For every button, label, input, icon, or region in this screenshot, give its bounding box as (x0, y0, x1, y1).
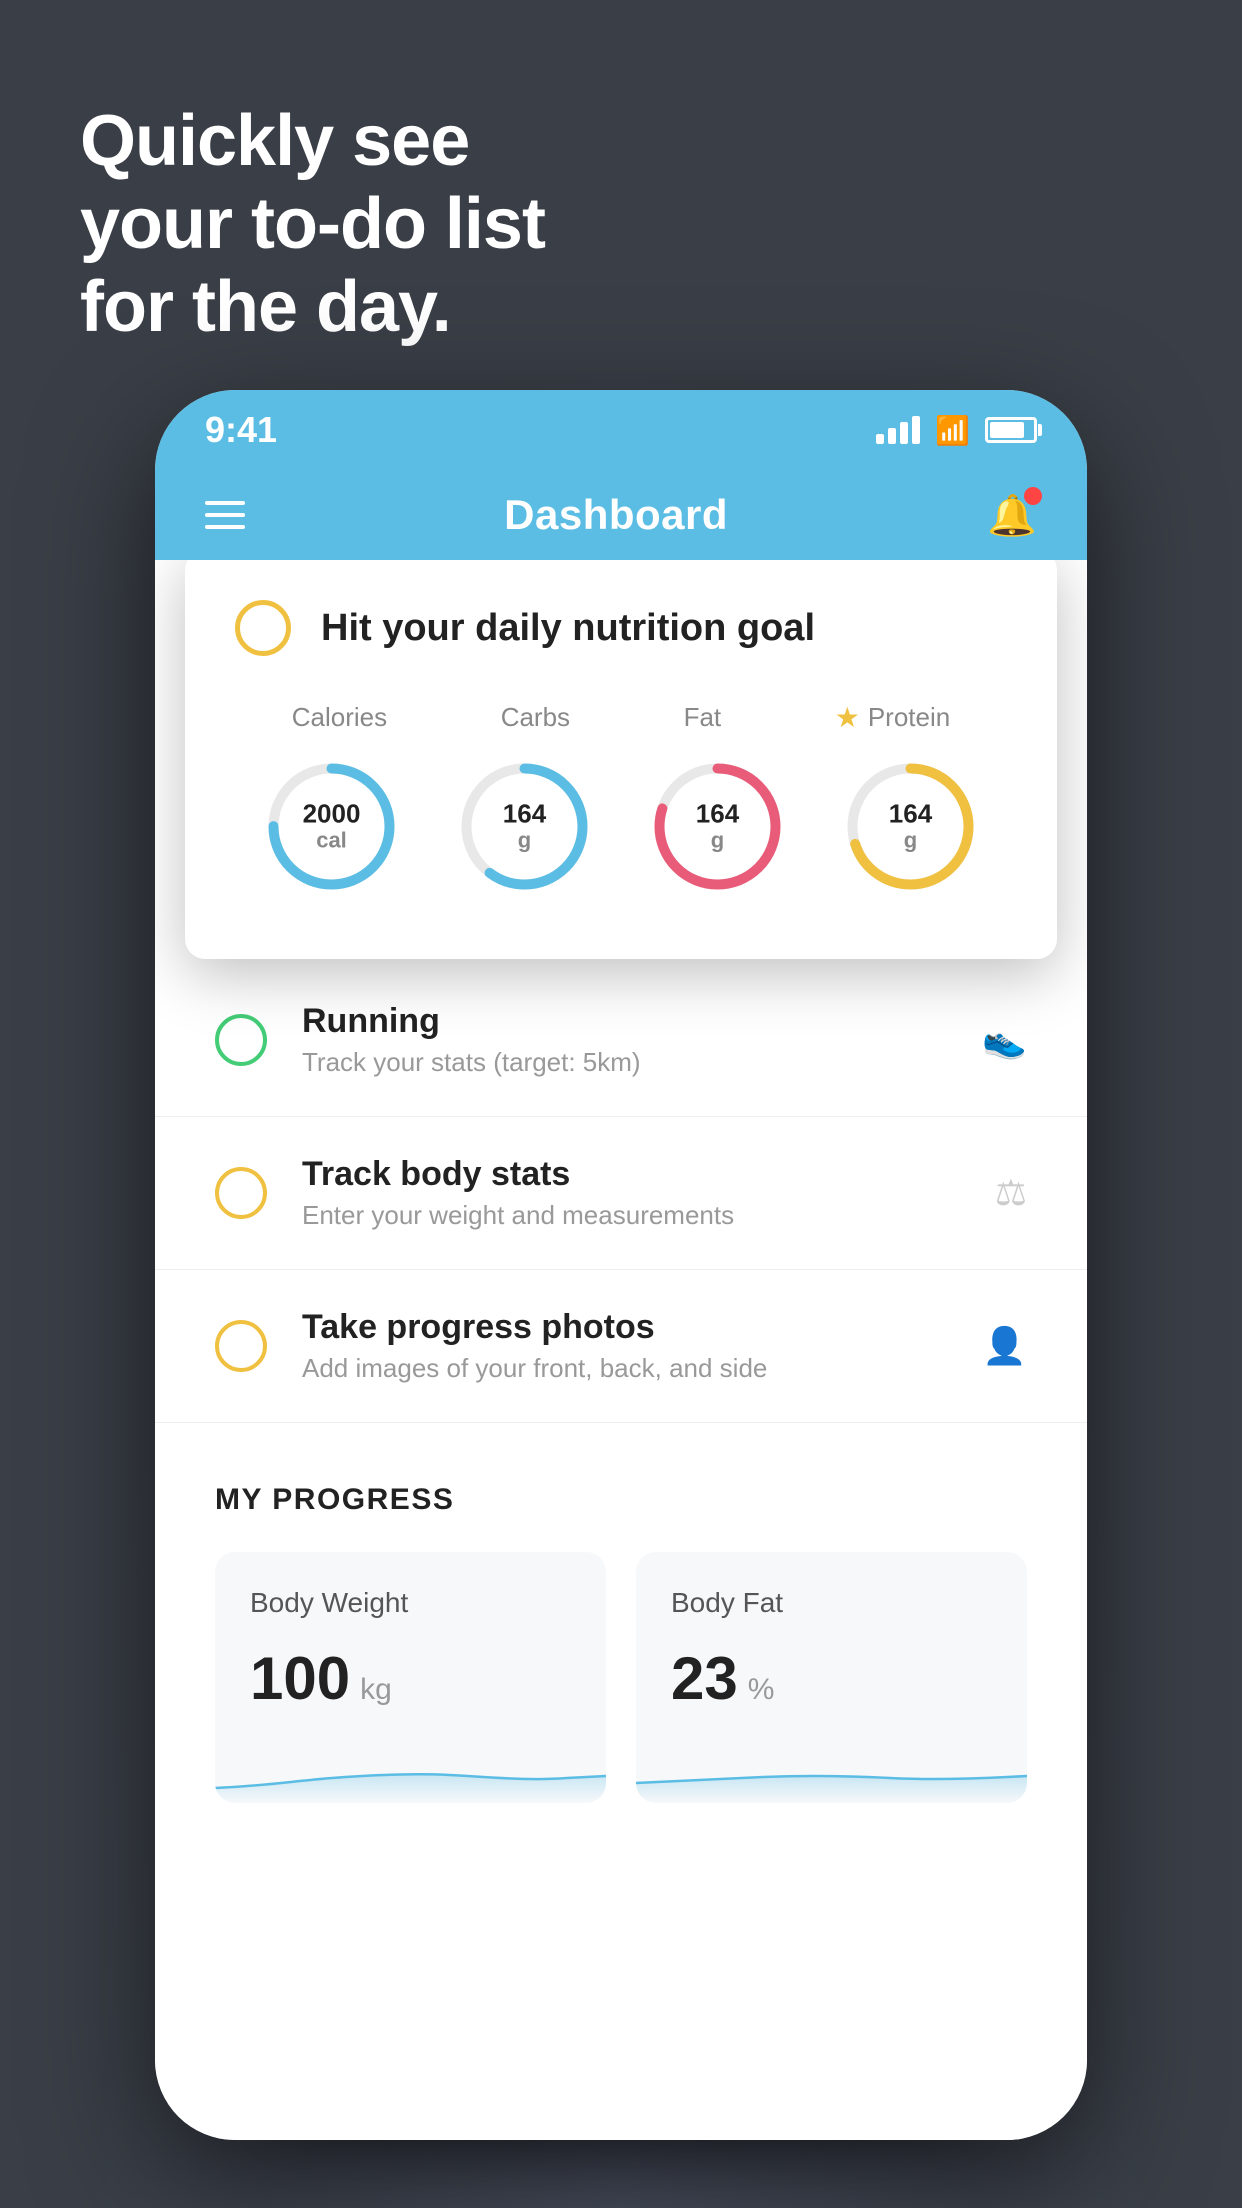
hamburger-line (205, 501, 245, 505)
body-weight-unit: kg (360, 1673, 392, 1707)
todo-item-running[interactable]: Running Track your stats (target: 5km) 👟 (155, 964, 1087, 1117)
body-weight-value: 100 (250, 1644, 350, 1713)
body-weight-card[interactable]: Body Weight 100 kg (215, 1552, 606, 1803)
body-fat-value: 23 (671, 1644, 738, 1713)
todo-item-body-stats[interactable]: Track body stats Enter your weight and m… (155, 1117, 1087, 1270)
fat-unit: g (696, 828, 739, 854)
carbs-value: 164 (503, 799, 546, 828)
hamburger-line (205, 513, 245, 517)
protein-value: 164 (889, 799, 932, 828)
wifi-icon: 📶 (935, 414, 970, 447)
shoe-icon: 👟 (982, 1019, 1027, 1061)
protein-label: ★ Protein (835, 701, 951, 734)
carbs-unit: g (503, 828, 546, 854)
body-weight-value-row: 100 kg (250, 1644, 571, 1713)
nav-bar: Dashboard 🔔 (155, 470, 1087, 560)
todo-circle-photos (215, 1320, 267, 1372)
hamburger-line (205, 525, 245, 529)
star-icon: ★ (835, 701, 860, 734)
card-title-row: Hit your daily nutrition goal (235, 600, 1007, 656)
body-weight-chart (215, 1743, 606, 1803)
todo-text-running: Running Track your stats (target: 5km) (302, 1002, 962, 1078)
scale-icon: ⚖ (995, 1172, 1027, 1214)
fat-value: 164 (696, 799, 739, 828)
todo-subtitle-photos: Add images of your front, back, and side (302, 1353, 962, 1384)
hero-text: Quickly see your to-do list for the day. (80, 100, 545, 348)
nutrition-circles: 2000 cal 164 g (235, 754, 1007, 899)
carbs-label: Carbs (501, 701, 570, 734)
signal-icon (876, 416, 920, 444)
body-fat-card[interactable]: Body Fat 23 % (636, 1552, 1027, 1803)
status-time: 9:41 (205, 409, 277, 451)
calories-circle: 2000 cal (259, 754, 404, 899)
body-fat-title: Body Fat (671, 1587, 992, 1619)
todo-title-photos: Take progress photos (302, 1308, 962, 1347)
calories-unit: cal (303, 828, 361, 854)
todo-circle-running (215, 1014, 267, 1066)
progress-section: MY PROGRESS Body Weight 100 kg (155, 1423, 1087, 1843)
status-icons: 📶 (876, 414, 1037, 447)
todo-circle-body-stats (215, 1167, 267, 1219)
fat-circle: 164 g (645, 754, 790, 899)
notification-badge (1024, 487, 1042, 505)
todo-text-photos: Take progress photos Add images of your … (302, 1308, 962, 1384)
progress-header: MY PROGRESS (215, 1483, 1027, 1517)
todo-subtitle-body-stats: Enter your weight and measurements (302, 1200, 975, 1231)
body-fat-value-row: 23 % (671, 1644, 992, 1713)
todo-subtitle-running: Track your stats (target: 5km) (302, 1047, 962, 1078)
todo-list: Running Track your stats (target: 5km) 👟… (155, 964, 1087, 1423)
todo-title-body-stats: Track body stats (302, 1155, 975, 1194)
body-weight-title: Body Weight (250, 1587, 571, 1619)
phone-frame: 9:41 📶 Dashboard 🔔 TH (155, 390, 1087, 2140)
protein-unit: g (889, 828, 932, 854)
notification-bell-button[interactable]: 🔔 (987, 492, 1037, 539)
hamburger-menu[interactable] (205, 501, 245, 529)
fat-label: Fat (684, 701, 722, 734)
calories-value: 2000 (303, 799, 361, 828)
todo-text-body-stats: Track body stats Enter your weight and m… (302, 1155, 975, 1231)
body-fat-chart (636, 1743, 1027, 1803)
carbs-circle: 164 g (452, 754, 597, 899)
status-bar: 9:41 📶 (155, 390, 1087, 470)
nav-title: Dashboard (504, 491, 728, 539)
todo-item-photos[interactable]: Take progress photos Add images of your … (155, 1270, 1087, 1423)
battery-icon (985, 417, 1037, 443)
content-area: THINGS TO DO TODAY Hit your daily nutrit… (155, 560, 1087, 2140)
nutrition-labels: Calories Carbs Fat ★ Protein (235, 701, 1007, 734)
protein-circle: 164 g (838, 754, 983, 899)
task-checkbox[interactable] (235, 600, 291, 656)
body-fat-unit: % (748, 1673, 775, 1707)
nutrition-card: Hit your daily nutrition goal Calories C… (185, 560, 1057, 959)
person-icon: 👤 (982, 1325, 1027, 1367)
calories-label: Calories (292, 701, 387, 734)
card-title: Hit your daily nutrition goal (321, 607, 815, 650)
todo-title-running: Running (302, 1002, 962, 1041)
progress-cards: Body Weight 100 kg (215, 1552, 1027, 1803)
